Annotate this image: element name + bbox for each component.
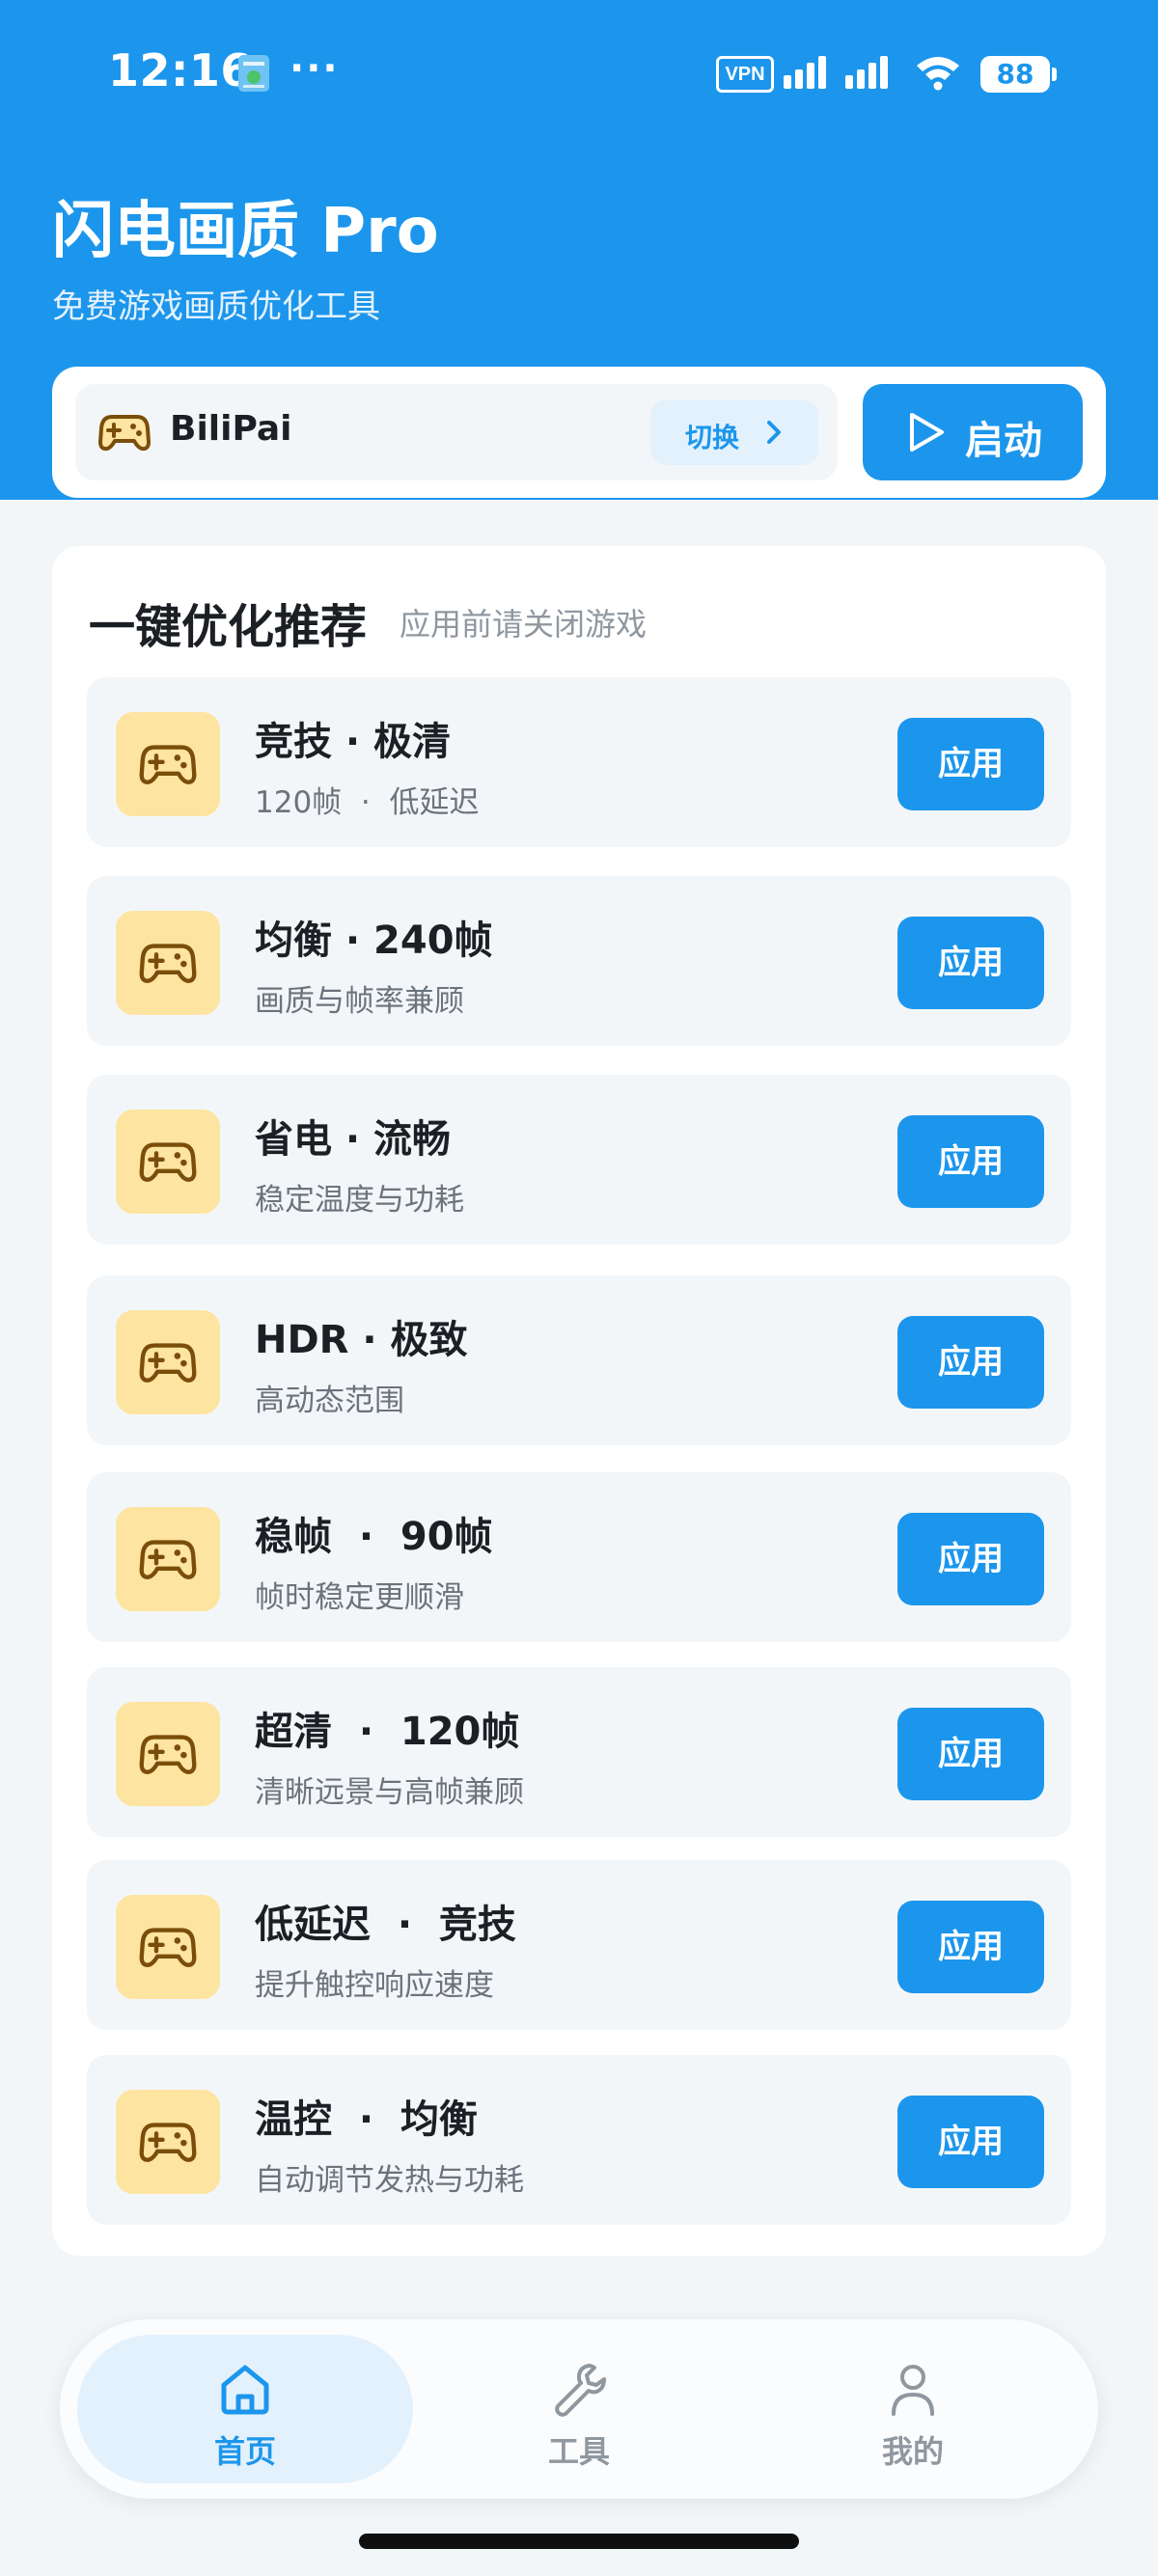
person-icon xyxy=(892,2365,934,2416)
signal-icon xyxy=(784,56,826,89)
preset-card: HDR · 极致高动态范围 应用 xyxy=(87,1275,1071,1445)
preset-description: 自动调节发热与功耗 xyxy=(255,2163,524,2198)
nav-tools[interactable]: 工具 xyxy=(411,2335,747,2483)
panel-hint: 应用前请关闭游戏 xyxy=(400,606,648,643)
gamepad-icon xyxy=(139,1928,197,1967)
preset-card: 均衡 · 240帧画质与帧率兼顾 应用 xyxy=(87,876,1071,1046)
launch-label: 启动 xyxy=(965,419,1042,463)
preset-title: 竞技 · 极清 xyxy=(255,720,452,764)
notification-app-icon xyxy=(238,55,269,92)
battery-tip xyxy=(1052,68,1057,81)
chevron-right-icon xyxy=(767,421,781,444)
wifi-icon xyxy=(917,57,959,91)
apply-button[interactable]: 应用 xyxy=(897,1115,1044,1208)
nav-tools-label: 工具 xyxy=(547,2433,610,2470)
apply-button[interactable]: 应用 xyxy=(897,1708,1044,1800)
apply-button[interactable]: 应用 xyxy=(897,718,1044,810)
wrench-icon xyxy=(555,2364,606,2417)
home-icon xyxy=(221,2365,269,2415)
preset-title: 省电 · 流畅 xyxy=(255,1117,452,1162)
preset-icon-box xyxy=(116,1507,220,1611)
preset-description: 提升触控响应速度 xyxy=(255,1968,494,2003)
gamepad-icon xyxy=(139,745,197,784)
preset-icon-box xyxy=(116,1702,220,1806)
preset-description: 稳定温度与功耗 xyxy=(255,1183,464,1218)
preset-icon-box xyxy=(116,1310,220,1414)
recommendation-panel: 一键优化推荐 应用前请关闭游戏 竞技 · 极清 120帧 · 低延迟 应用 均衡 · … xyxy=(52,546,1106,2256)
preset-title: 均衡 · 240帧 xyxy=(255,918,493,963)
preset-card: 稳帧 · 90帧帧时稳定更顺滑 应用 xyxy=(87,1472,1071,1642)
preset-card: 低延迟 · 竞技提升触控响应速度 应用 xyxy=(87,1860,1071,2030)
preset-title: 低延迟 · 竞技 xyxy=(255,1903,516,1947)
play-icon xyxy=(910,413,944,452)
nav-mine[interactable]: 我的 xyxy=(745,2335,1081,2483)
apply-button[interactable]: 应用 xyxy=(897,917,1044,1009)
preset-card: 温控 · 均衡自动调节发热与功耗 应用 xyxy=(87,2055,1071,2225)
preset-title: 温控 · 均衡 xyxy=(255,2097,478,2142)
gamepad-icon xyxy=(139,1540,197,1579)
apply-button[interactable]: 应用 xyxy=(897,2096,1044,2188)
apply-button[interactable]: 应用 xyxy=(897,1316,1044,1409)
preset-title: 稳帧 · 90帧 xyxy=(255,1515,493,1559)
apply-button[interactable]: 应用 xyxy=(897,1513,1044,1605)
preset-description: 120帧 · 低延迟 xyxy=(255,785,480,820)
nav-mine-label: 我的 xyxy=(881,2433,944,2470)
preset-card: 省电 · 流畅稳定温度与功耗 应用 xyxy=(87,1075,1071,1245)
home-indicator xyxy=(359,2534,799,2549)
preset-description: 清晰远景与高帧兼顾 xyxy=(255,1775,524,1810)
preset-title: HDR · 极致 xyxy=(255,1318,468,1362)
preset-icon-box xyxy=(116,1895,220,1999)
gamepad-icon xyxy=(98,415,151,452)
battery-indicator: 88 xyxy=(980,56,1050,93)
preset-description: 画质与帧率兼顾 xyxy=(255,984,464,1019)
current-game[interactable]: BiliPai 切换 xyxy=(75,384,838,480)
panel-title: 一键优化推荐 xyxy=(89,600,368,654)
gamepad-icon xyxy=(139,1343,197,1383)
preset-icon-box xyxy=(116,1110,220,1214)
preset-description: 帧时稳定更顺滑 xyxy=(255,1580,464,1615)
app-subtitle: 免费游戏画质优化工具 xyxy=(52,288,380,326)
preset-icon-box xyxy=(116,712,220,816)
preset-icon-box xyxy=(116,2090,220,2194)
nav-home[interactable]: 首页 xyxy=(77,2335,413,2483)
preset-description: 高动态范围 xyxy=(255,1384,404,1418)
gamepad-icon xyxy=(139,1142,197,1182)
status-more-dots: ··· xyxy=(290,46,340,91)
game-selector-card: BiliPai 切换 启动 xyxy=(52,367,1106,498)
bottom-nav: 首页 工具 我的 xyxy=(60,2319,1098,2499)
nav-home-label: 首页 xyxy=(213,2433,276,2470)
switch-label: 切换 xyxy=(685,422,740,453)
signal-icon-secondary xyxy=(845,56,888,89)
game-name: BiliPai xyxy=(170,409,292,449)
launch-button[interactable]: 启动 xyxy=(863,384,1083,480)
vpn-badge: VPN xyxy=(716,56,774,93)
status-bar: 12:16 ··· VPN 88 xyxy=(0,0,1158,145)
preset-title: 超清 · 120帧 xyxy=(255,1710,520,1754)
preset-card: 竞技 · 极清 120帧 · 低延迟 应用 xyxy=(87,677,1071,847)
gamepad-icon xyxy=(139,1735,197,1774)
preset-card: 超清 · 120帧清晰远景与高帧兼顾 应用 xyxy=(87,1667,1071,1837)
app-title: 闪电画质 Pro xyxy=(52,196,439,267)
preset-icon-box xyxy=(116,911,220,1015)
apply-button[interactable]: 应用 xyxy=(897,1901,1044,1993)
status-time: 12:16 xyxy=(108,44,252,96)
gamepad-icon xyxy=(139,2123,197,2162)
switch-game-button[interactable]: 切换 xyxy=(650,399,818,465)
gamepad-icon xyxy=(139,944,197,983)
